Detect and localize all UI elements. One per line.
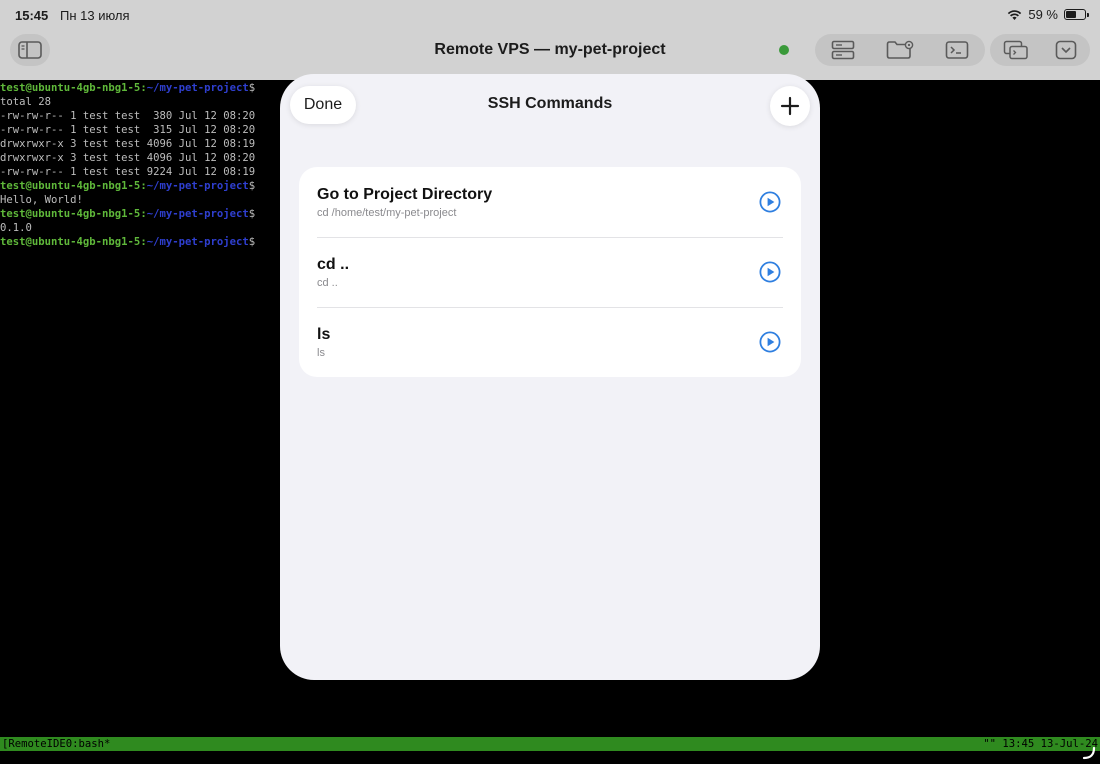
ssh-commands-sheet: Done SSH Commands Go to Project Director… [280, 74, 820, 680]
resize-handle-icon[interactable] [1082, 746, 1096, 760]
terminal-icon [946, 41, 969, 59]
prompt-path: ~/my-pet-project [146, 208, 249, 220]
prompt-path: ~/my-pet-project [146, 236, 249, 248]
status-bar: 15:45 Пн 13 июля 59 % [0, 0, 1100, 30]
battery-fill [1066, 11, 1077, 18]
prompt-symbol: $ [248, 82, 256, 94]
wifi-icon [1008, 9, 1022, 20]
command-name: ls [317, 326, 331, 343]
command-row[interactable]: ls ls [299, 307, 801, 377]
tmux-session-label: [RemoteIDE0:bash* [2, 738, 111, 750]
server-icon [831, 40, 854, 60]
command-name: Go to Project Directory [317, 186, 493, 203]
prompt-path: ~/my-pet-project [146, 82, 249, 94]
sheet-title: SSH Commands [487, 95, 613, 112]
chevron-button[interactable] [1055, 40, 1077, 60]
folder-settings-icon [886, 40, 914, 59]
prompt-user: test@ubuntu-4gb-nbg1-5: [0, 236, 147, 248]
command-text: ls [317, 347, 325, 359]
server-button[interactable] [831, 40, 855, 60]
prompt-symbol: $ [248, 236, 256, 248]
status-date: Пн 13 июля [60, 8, 130, 23]
prompt-user: test@ubuntu-4gb-nbg1-5: [0, 180, 147, 192]
toolbar-group-windows [990, 34, 1090, 66]
tmux-status-bar: [RemoteIDE0:bash* "" 13:45 13-Jul-24 [0, 737, 1100, 751]
tmux-clock-label: "" 13:45 13-Jul-24 [983, 738, 1098, 750]
play-circle-icon[interactable] [759, 191, 781, 213]
folder-settings-button[interactable] [886, 40, 914, 60]
play-circle-icon[interactable] [759, 261, 781, 283]
add-command-button[interactable] [770, 86, 810, 126]
windows-button[interactable] [1003, 40, 1029, 60]
connection-status-dot [779, 45, 789, 55]
play-circle-icon[interactable] [759, 331, 781, 353]
command-text: cd .. [317, 277, 338, 289]
command-name: cd .. [317, 256, 350, 273]
chevron-down-icon [1055, 40, 1077, 60]
terminal-button[interactable] [945, 40, 969, 60]
battery-percent: 59 % [1028, 7, 1058, 22]
prompt-user: test@ubuntu-4gb-nbg1-5: [0, 82, 147, 94]
prompt-symbol: $ [248, 180, 256, 192]
status-right: 59 % [1007, 7, 1089, 22]
toolbar-group-tools [815, 34, 985, 66]
windows-icon [1003, 40, 1028, 60]
command-list: Go to Project Directory cd /home/test/my… [299, 167, 801, 377]
top-chrome: 15:45 Пн 13 июля 59 % Remote VPS — my-pe… [0, 0, 1100, 80]
command-row[interactable]: cd .. cd .. [299, 237, 801, 307]
plus-icon [780, 96, 800, 116]
prompt-symbol: $ [248, 208, 256, 220]
battery-icon [1064, 9, 1089, 20]
prompt-path: ~/my-pet-project [146, 180, 249, 192]
status-time: 15:45 [15, 8, 49, 23]
command-row[interactable]: Go to Project Directory cd /home/test/my… [299, 167, 801, 237]
command-text: cd /home/test/my-pet-project [317, 207, 457, 219]
prompt-user: test@ubuntu-4gb-nbg1-5: [0, 208, 147, 220]
